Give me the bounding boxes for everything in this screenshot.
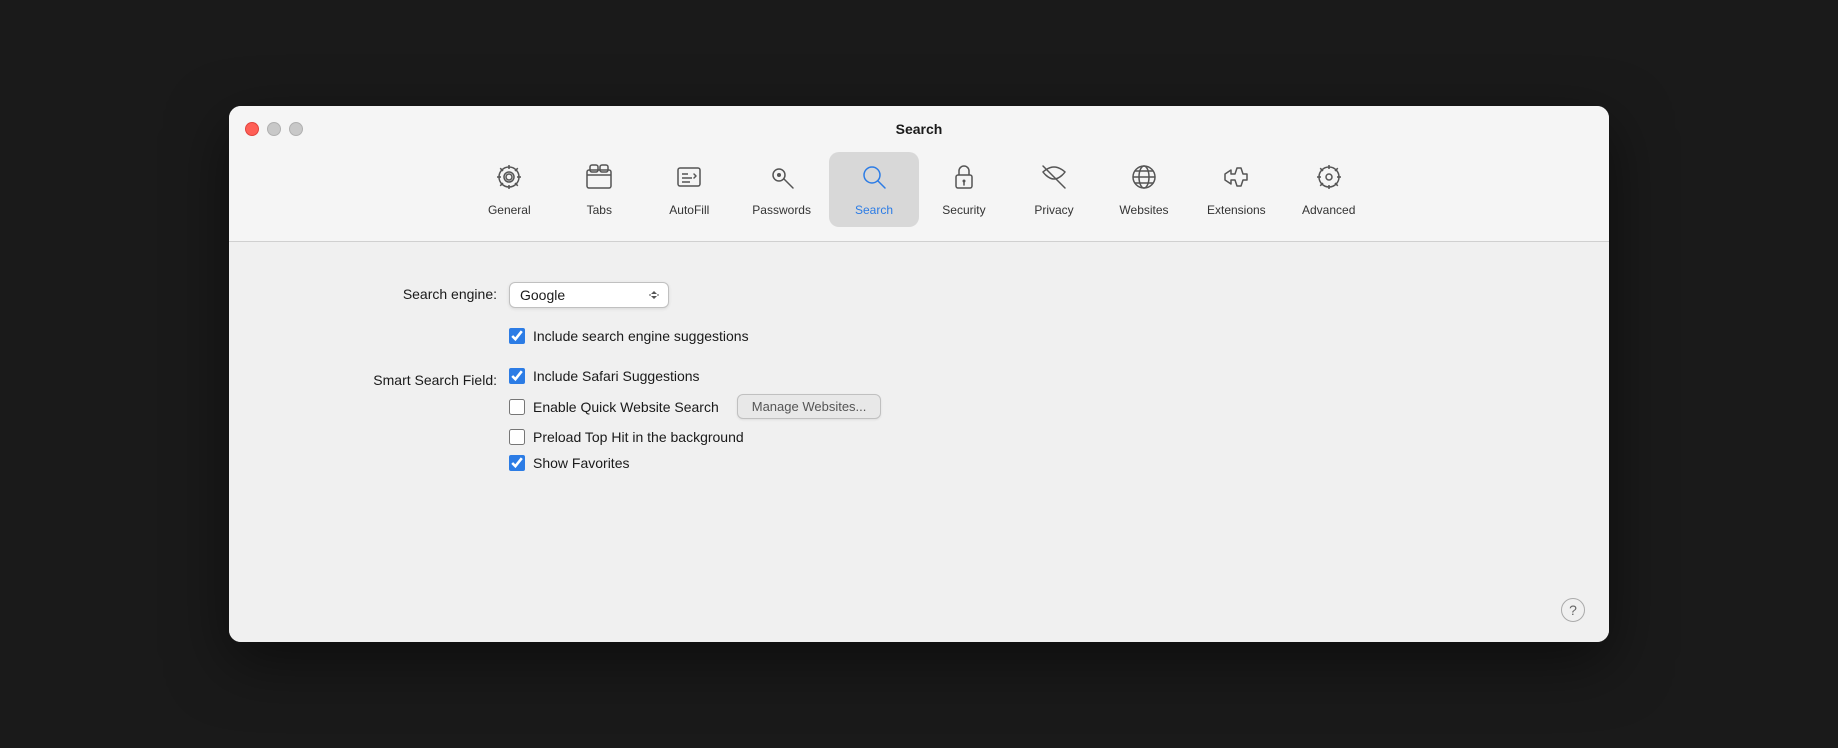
smart-search-controls: Include Safari Suggestions Enable Quick … [509,368,881,471]
tab-passwords[interactable]: Passwords [734,152,829,227]
tab-advanced-label: Advanced [1302,203,1355,217]
manage-websites-button[interactable]: Manage Websites... [737,394,882,419]
tab-websites[interactable]: Websites [1099,152,1189,227]
tab-autofill-label: AutoFill [669,203,709,217]
tab-extensions-label: Extensions [1207,203,1266,217]
window: Search General [229,106,1609,642]
show-favorites-label[interactable]: Show Favorites [533,455,629,471]
traffic-lights [245,122,303,136]
safari-suggestions-row: Include Safari Suggestions [509,368,881,384]
tab-extensions[interactable]: Extensions [1189,152,1284,227]
preload-top-hit-label[interactable]: Preload Top Hit in the background [533,429,744,445]
quick-website-search-label[interactable]: Enable Quick Website Search [533,399,719,415]
general-icon [494,162,524,197]
engine-select-row: Google Yahoo Bing DuckDuckGo Ecosia [509,282,749,308]
tab-search-label: Search [855,203,893,217]
tab-general-label: General [488,203,531,217]
toolbar: General Tabs Au [229,136,1609,227]
search-engine-row: Search engine: Google Yahoo Bing DuckDuc… [289,282,1549,344]
tab-tabs[interactable]: Tabs [554,152,644,227]
titlebar: Search [229,106,1609,136]
content-area: Search engine: Google Yahoo Bing DuckDuc… [229,242,1609,642]
websites-icon [1129,162,1159,197]
tab-general[interactable]: General [464,152,554,227]
privacy-icon [1039,162,1069,197]
search-icon [859,162,889,197]
advanced-icon [1314,162,1344,197]
search-engine-select[interactable]: Google Yahoo Bing DuckDuckGo Ecosia [509,282,669,308]
include-suggestions-checkbox[interactable] [509,328,525,344]
safari-suggestions-label[interactable]: Include Safari Suggestions [533,368,700,384]
tab-autofill[interactable]: AutoFill [644,152,734,227]
search-engine-controls: Google Yahoo Bing DuckDuckGo Ecosia Incl… [509,282,749,344]
close-button[interactable] [245,122,259,136]
security-icon [949,162,979,197]
tab-tabs-label: Tabs [587,203,612,217]
smart-search-label: Smart Search Field: [289,368,509,388]
include-suggestions-label[interactable]: Include search engine suggestions [533,328,749,344]
minimize-button[interactable] [267,122,281,136]
window-title: Search [896,121,943,137]
search-engine-label: Search engine: [289,282,509,302]
autofill-icon [674,162,704,197]
quick-website-search-checkbox[interactable] [509,399,525,415]
tab-advanced[interactable]: Advanced [1284,152,1374,227]
extensions-icon [1221,162,1251,197]
safari-suggestions-checkbox[interactable] [509,368,525,384]
preload-top-hit-row: Preload Top Hit in the background [509,429,881,445]
quick-website-search-row: Enable Quick Website Search Manage Websi… [509,394,881,419]
tab-security-label: Security [942,203,985,217]
include-suggestions-row: Include search engine suggestions [509,328,749,344]
passwords-icon [767,162,797,197]
preload-top-hit-checkbox[interactable] [509,429,525,445]
help-button[interactable]: ? [1561,598,1585,622]
tab-search[interactable]: Search [829,152,919,227]
tab-websites-label: Websites [1119,203,1168,217]
maximize-button[interactable] [289,122,303,136]
tabs-icon [584,162,614,197]
show-favorites-row: Show Favorites [509,455,881,471]
tab-passwords-label: Passwords [752,203,811,217]
tab-privacy-label: Privacy [1034,203,1073,217]
tab-security[interactable]: Security [919,152,1009,227]
tab-privacy[interactable]: Privacy [1009,152,1099,227]
smart-search-row: Smart Search Field: Include Safari Sugge… [289,368,1549,471]
show-favorites-checkbox[interactable] [509,455,525,471]
